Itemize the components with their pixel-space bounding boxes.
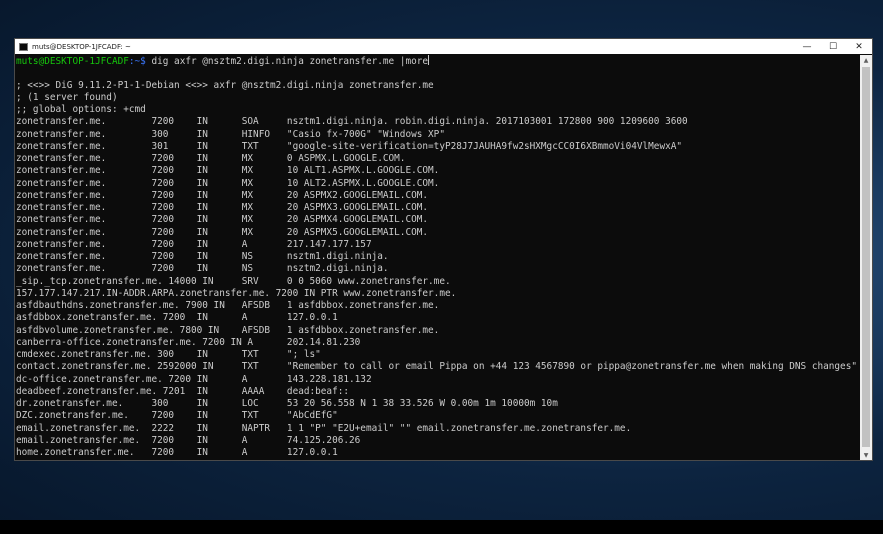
output-line: zonetransfer.me. 7200 IN SOA nsztm1.digi… [16,116,688,128]
taskbar-strip [0,520,883,534]
window-controls: — ☐ ✕ [794,39,872,54]
output-line: zonetransfer.me. 7200 IN MX 20 ASPMX2.GO… [16,189,429,201]
output-line: zonetransfer.me. 7200 IN A 217.147.177.1… [16,238,372,250]
output-line: zonetransfer.me. 7200 IN NS nsztm1.digi.… [16,251,389,262]
output-line: zonetransfer.me. 7200 IN MX 20 ASPMX3.GO… [16,202,429,213]
output-line: zonetransfer.me. 301 IN TXT "google-site… [16,140,683,152]
output-line: ;; global options: +cmd [16,104,146,115]
output-line: contact.zonetransfer.me. 2592000 IN TXT … [16,361,857,373]
output-line: email.zonetransfer.me. 2222 IN NAPTR 1 1… [16,422,632,434]
terminal-app-icon [19,42,28,51]
terminal-output[interactable]: muts@DESKTOP-1JFCADF:~$ dig axfr @nsztm2… [15,55,862,460]
output-line: asfdbvolume.zonetransfer.me. 7800 IN AFS… [16,324,440,336]
scroll-down-arrow-icon[interactable]: ▼ [860,450,872,460]
output-line: dc-office.zonetransfer.me. 7200 IN A 143… [16,373,372,385]
scrollbar-thumb[interactable] [862,67,870,447]
output-line: ; <<>> DiG 9.11.2-P1-1-Debian <<>> axfr … [16,79,434,91]
output-line: zonetransfer.me. 7200 IN MX 10 ALT2.ASPM… [16,177,440,189]
output-line: 157.177.147.217.IN-ADDR.ARPA.zonetransfe… [16,287,457,299]
scroll-up-arrow-icon[interactable]: ▲ [860,55,872,65]
output-line: asfdbauthdns.zonetransfer.me. 7900 IN AF… [16,300,440,311]
output-line: zonetransfer.me. 7200 IN MX 10 ALT1.ASPM… [16,165,440,177]
window-titlebar[interactable]: muts@DESKTOP-1JFCADF: ~ — ☐ ✕ [15,39,872,54]
command-text: dig axfr @nsztm2.digi.ninja zonetransfer… [145,56,429,67]
prompt-path: :~$ [128,56,146,67]
output-line: zonetransfer.me. 7200 IN NS nsztm2.digi.… [16,263,389,275]
output-line: asfdbbox.zonetransfer.me. 7200 IN A 127.… [16,312,338,324]
output-line: _sip._tcp.zonetransfer.me. 14000 IN SRV … [16,275,451,287]
output-line: DZC.zonetransfer.me. 7200 IN TXT "AbCdEf… [16,410,338,422]
terminal-window: muts@DESKTOP-1JFCADF: ~ — ☐ ✕ muts@DESKT… [14,38,873,461]
text-cursor [428,55,430,65]
output-line: email.zonetransfer.me. 7200 IN A 74.125.… [16,434,361,446]
output-line: home.zonetransfer.me. 7200 IN A 127.0.0.… [16,447,338,458]
minimize-button[interactable]: — [794,39,820,54]
prompt-user: muts@DESKTOP-1JFCADF [16,56,129,67]
vertical-scrollbar[interactable]: ▲ ▼ [860,55,872,460]
command-line: muts@DESKTOP-1JFCADF:~$ dig axfr @nsztm2… [16,55,862,67]
output-line: ; (1 server found) [16,91,118,103]
output-line: zonetransfer.me. 300 IN HINFO "Casio fx-… [16,128,445,140]
output-lines: ; <<>> DiG 9.11.2-P1-1-Debian <<>> axfr … [16,67,862,459]
window-title: muts@DESKTOP-1JFCADF: ~ [32,42,131,51]
output-line: zonetransfer.me. 7200 IN MX 20 ASPMX4.GO… [16,214,429,226]
output-line: zonetransfer.me. 7200 IN MX 0 ASPMX.L.GO… [16,153,406,164]
maximize-button[interactable]: ☐ [820,39,846,54]
output-line: canberra-office.zonetransfer.me. 7200 IN… [16,336,361,348]
output-line: zonetransfer.me. 7200 IN MX 20 ASPMX5.GO… [16,226,429,238]
close-button[interactable]: ✕ [846,39,872,54]
output-line: cmdexec.zonetransfer.me. 300 IN TXT "; l… [16,349,321,360]
output-line: deadbeef.zonetransfer.me. 7201 IN AAAA d… [16,385,350,397]
output-line: dr.zonetransfer.me. 300 IN LOC 53 20 56.… [16,398,558,409]
